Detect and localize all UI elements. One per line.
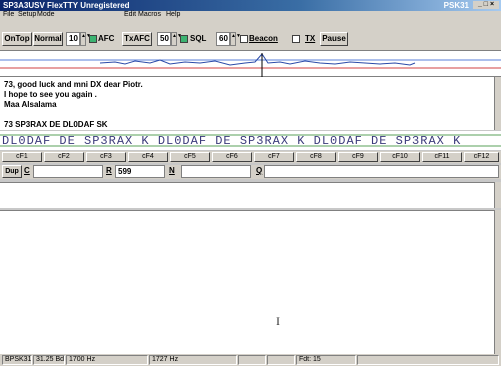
macro-key-f12[interactable]: cF12	[464, 152, 499, 162]
tx-checkbox[interactable]	[292, 35, 300, 43]
value-field-1[interactable]: 10	[66, 32, 80, 46]
spin-1[interactable]: ▲▼	[80, 32, 91, 46]
rst-field[interactable]: 599	[115, 165, 165, 178]
menu-edit-macros[interactable]: Edit Macros	[124, 11, 161, 18]
dup-button[interactable]: Dup	[2, 165, 22, 178]
tx-label[interactable]: TX	[305, 32, 315, 46]
txafc-button[interactable]: TxAFC	[122, 32, 152, 46]
normal-button[interactable]: Normal	[33, 32, 63, 46]
status-bar: BPSK31 31.25 Bd 1700 Hz 1727 Hz Fdt: 15	[0, 354, 501, 366]
qth-label: Q	[256, 166, 263, 175]
window-controls[interactable]: _ □ ×	[473, 1, 499, 9]
beacon-checkbox[interactable]	[240, 35, 248, 43]
status-field: Fdt: 15	[296, 355, 356, 365]
tx-buffer-scrollbar[interactable]	[494, 182, 501, 208]
macro-keys-row: cF1 cF2 cF3 cF4 cF5 cF6 cF7 cF8 cF9 cF10…	[0, 151, 501, 163]
macro-key-f10[interactable]: cF10	[380, 152, 420, 162]
menu-bar: File Setup Mode Edit Macros Help	[0, 11, 501, 20]
macro-key-f1[interactable]: cF1	[2, 152, 42, 162]
macro-key-f6[interactable]: cF6	[212, 152, 252, 162]
ticker-text: DL0DAF DE SP3RAX K DL0DAF DE SP3RAX K DL…	[2, 134, 462, 148]
spin-3[interactable]: ▲▼	[230, 32, 241, 46]
spin-2[interactable]: ▲▼	[171, 32, 182, 46]
menu-help[interactable]: Help	[166, 11, 180, 18]
tx-scrollbar[interactable]	[494, 210, 501, 354]
rx-line: Maa Alsalama	[4, 100, 57, 109]
afc-checkbox[interactable]	[89, 35, 97, 43]
menu-mode[interactable]: Mode	[37, 11, 55, 18]
afc-label: AFC	[98, 34, 115, 43]
window-title: SP3A3USV FlexTTY Unregistered	[3, 1, 130, 10]
toolbar: OnTop Normal 10 ▲▼ AFC TxAFC 50 ▲▼ SQL 6…	[0, 20, 501, 50]
status-empty1	[238, 355, 266, 365]
call-field[interactable]	[33, 165, 103, 178]
receive-window[interactable]: 73, good luck and mni DX dear Piotr. I h…	[0, 77, 494, 130]
menu-setup[interactable]: Setup	[18, 11, 36, 18]
sql-label: SQL	[190, 34, 207, 43]
call-label: C	[24, 166, 30, 175]
macro-key-f7[interactable]: cF7	[254, 152, 294, 162]
name-label: N	[169, 166, 175, 175]
macro-key-f5[interactable]: cF5	[170, 152, 210, 162]
status-freq2: 1727 Hz	[149, 355, 237, 365]
psk-ticker: DL0DAF DE SP3RAX K DL0DAF DE SP3RAX K DL…	[0, 131, 501, 150]
transmit-buffer[interactable]	[0, 182, 494, 208]
macro-key-f8[interactable]: cF8	[296, 152, 336, 162]
macro-key-f2[interactable]: cF2	[44, 152, 84, 162]
spectrum-display[interactable]	[0, 50, 501, 77]
macro-key-f3[interactable]: cF3	[86, 152, 126, 162]
status-freq1: 1700 Hz	[66, 355, 148, 365]
status-empty3	[357, 355, 499, 365]
log-row: Dup C R 599 N Q	[0, 165, 501, 179]
pause-button[interactable]: Pause	[320, 32, 348, 46]
rx-line: I hope to see you again .	[4, 90, 97, 99]
ontop-button[interactable]: OnTop	[2, 32, 32, 46]
title-bar: SP3A3USV FlexTTY Unregistered PSK31 _ □ …	[0, 0, 501, 11]
menu-file[interactable]: File	[3, 11, 14, 18]
rx-line: 73 SP3RAX DE DL0DAF SK	[4, 120, 108, 129]
transmit-window[interactable]: I	[0, 210, 494, 354]
status-baud: 31.25 Bd	[33, 355, 65, 365]
rst-label: R	[106, 166, 112, 175]
qth-field[interactable]	[264, 165, 499, 178]
rx-scrollbar[interactable]	[494, 77, 501, 130]
macro-key-f11[interactable]: cF11	[422, 152, 462, 162]
value-field-3[interactable]: 60	[216, 32, 230, 46]
beacon-label[interactable]: Beacon	[249, 32, 278, 46]
title-corner-label: PSK31	[443, 1, 469, 10]
macro-key-f9[interactable]: cF9	[338, 152, 378, 162]
rx-line: 73, good luck and mni DX dear Piotr.	[4, 80, 143, 89]
status-empty2	[267, 355, 295, 365]
macro-key-f4[interactable]: cF4	[128, 152, 168, 162]
value-field-2[interactable]: 50	[157, 32, 171, 46]
status-mode: BPSK31	[2, 355, 32, 365]
name-field[interactable]	[181, 165, 251, 178]
text-cursor-icon: I	[276, 314, 280, 328]
spectrum-graph	[0, 53, 501, 77]
sql-checkbox[interactable]	[180, 35, 188, 43]
